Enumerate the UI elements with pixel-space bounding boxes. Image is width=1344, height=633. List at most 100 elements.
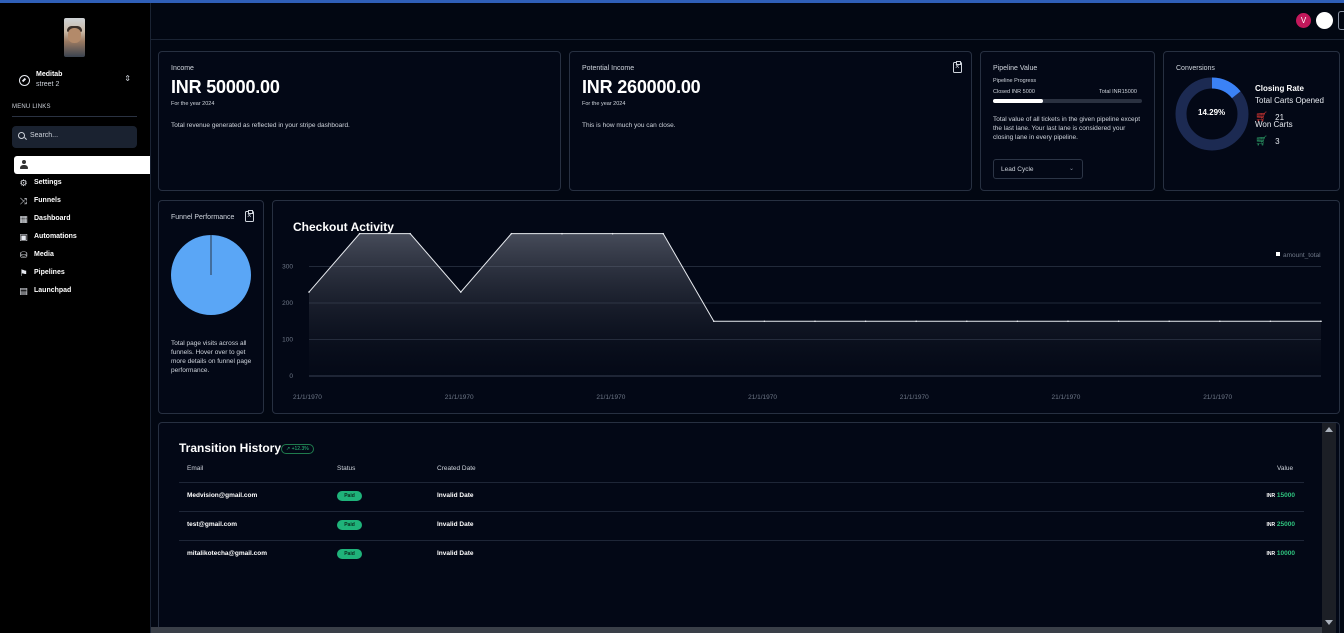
change-badge: ↗ +12.3% — [281, 444, 314, 454]
pipeline-value-card: Pipeline Value Pipeline Progress Closed … — [980, 51, 1155, 191]
database-icon: ⛁ — [19, 250, 28, 260]
card-title: Potential Income — [582, 65, 635, 72]
data-point[interactable] — [966, 320, 968, 323]
x-tick-label: 21/1/1970 — [293, 394, 322, 401]
sidebar-item-settings[interactable]: ⚙ Settings — [19, 178, 139, 190]
header-divider — [151, 39, 1344, 40]
grid-icon: ▦ — [19, 214, 28, 224]
sidebar-item-automations[interactable]: ▣ Automations — [19, 232, 139, 244]
sidebar-item-label: Settings — [34, 179, 62, 186]
data-point[interactable] — [1016, 320, 1019, 323]
clipboard-icon[interactable] — [245, 210, 254, 222]
sidebar-item-dashboard[interactable]: ▦ Dashboard — [19, 214, 139, 226]
data-point[interactable] — [814, 320, 816, 323]
sidebar-item-launchpad[interactable]: ▤ Launchpad — [19, 286, 139, 298]
sidebar-item-pipelines[interactable]: ⚑ Pipelines — [19, 268, 139, 280]
income-period: For the year 2024 — [171, 101, 215, 107]
account-name: Meditab — [36, 71, 63, 78]
gear-icon: ⚙ — [19, 178, 28, 188]
closing-rate-label: Closing Rate — [1255, 84, 1304, 93]
search-placeholder: Search... — [30, 132, 59, 139]
sidebar: Meditab street 2 ⇕ MENU LINKS Search... … — [0, 3, 150, 633]
card-title: Pipeline Value — [993, 65, 1038, 72]
sidebar-item-funnels[interactable]: ⤨ Funnels — [19, 196, 139, 208]
horizontal-scrollbar[interactable] — [151, 627, 1322, 633]
search-input[interactable]: Search... — [12, 126, 137, 148]
card-title: Funnel Performance — [171, 214, 235, 221]
total-amount: Total INR15000 — [1099, 89, 1137, 95]
scroll-up-arrow[interactable] — [1325, 427, 1333, 432]
sidebar-item-label: Automations — [34, 233, 77, 240]
scroll-down-arrow[interactable] — [1325, 620, 1333, 625]
data-point[interactable] — [1320, 320, 1322, 323]
data-point[interactable] — [864, 320, 867, 323]
row-email: mitalikotecha@gmail.com — [187, 550, 268, 557]
x-tick-label: 21/1/1970 — [445, 394, 474, 401]
x-tick-label: 21/1/1970 — [1203, 394, 1232, 401]
data-point[interactable] — [915, 320, 917, 323]
sidebar-item-label: Dashboard — [34, 215, 71, 222]
data-point[interactable] — [1168, 320, 1170, 323]
transition-history-card — [158, 422, 1340, 633]
data-point[interactable] — [460, 291, 462, 293]
income-amount: INR 50000.00 — [171, 77, 280, 97]
data-point[interactable] — [662, 232, 664, 235]
status-badge: Paid — [337, 520, 362, 530]
data-point[interactable] — [510, 232, 513, 235]
total-carts-label: Total Carts Opened — [1255, 96, 1324, 105]
user-avatar[interactable]: V — [1296, 13, 1311, 28]
income-card: Income INR 50000.00 For the year 2024 To… — [158, 51, 561, 191]
data-point[interactable] — [308, 291, 310, 293]
row-amount: 15000 — [1276, 492, 1295, 499]
theme-toggle[interactable] — [1316, 12, 1333, 29]
won-carts-label: Won Carts — [1255, 120, 1293, 129]
row-currency: INR — [1266, 493, 1276, 499]
row-amount: 10000 — [1276, 550, 1295, 557]
compass-icon — [19, 75, 30, 86]
checkout-area-chart: 0 100 200 300 21/1/1970 21/1/1970 21/1/1970 21… — [282, 232, 1322, 401]
pipeline-progress-fill — [993, 99, 1043, 103]
sidebar-item-media[interactable]: ⛁ Media — [19, 250, 139, 262]
data-point[interactable] — [611, 232, 614, 235]
row-date: Invalid Date — [437, 550, 474, 557]
data-point[interactable] — [1117, 320, 1120, 323]
lead-cycle-select[interactable]: Lead Cycle ⌄ — [993, 159, 1083, 179]
row-email: test@gmail.com — [187, 521, 238, 528]
data-point[interactable] — [1219, 320, 1221, 323]
sidebar-item-label: Funnels — [34, 197, 61, 204]
row-divider — [179, 511, 1304, 512]
data-point[interactable] — [713, 320, 715, 323]
sidebar-item-label: Pipelines — [34, 269, 65, 276]
header-divider — [179, 482, 1304, 483]
funnel-pie-chart[interactable] — [171, 235, 251, 315]
data-point[interactable] — [1269, 320, 1272, 323]
row-currency: INR — [1266, 551, 1276, 557]
closed-amount: Closed INR 5000 — [993, 89, 1035, 95]
data-point[interactable] — [409, 232, 411, 235]
legend-label: amount_total — [1283, 252, 1321, 259]
clipboard-icon: ▤ — [19, 286, 28, 296]
clipboard-icon[interactable] — [953, 61, 962, 73]
row-value: INR 10000 — [1240, 550, 1295, 557]
account-sub: street 2 — [36, 81, 60, 88]
data-point[interactable] — [358, 232, 361, 235]
data-point[interactable] — [561, 232, 563, 235]
profile-photo[interactable] — [64, 18, 85, 57]
cart-icon: 🛒︎ — [1255, 136, 1268, 147]
income-description: Total revenue generated as reflected in … — [171, 122, 350, 129]
vertical-scrollbar[interactable] — [1322, 423, 1336, 633]
x-tick-label: 21/1/1970 — [1052, 394, 1081, 401]
data-point[interactable] — [1067, 320, 1069, 323]
panel-toggle-button[interactable] — [1338, 11, 1344, 30]
area-fill — [309, 233, 1321, 376]
sidebar-item-profile[interactable] — [14, 156, 150, 174]
data-point[interactable] — [763, 320, 766, 323]
won-carts-row: 🛒︎ 3 — [1255, 131, 1280, 149]
x-tick-label: 21/1/1970 — [596, 394, 625, 401]
legend-swatch — [1276, 252, 1280, 256]
row-email: Medvision@gmail.com — [187, 492, 258, 499]
y-tick-label: 100 — [282, 337, 293, 344]
row-amount: 25000 — [1276, 521, 1295, 528]
account-switcher[interactable]: Meditab street 2 ⇕ — [19, 71, 131, 91]
row-divider — [179, 540, 1304, 541]
